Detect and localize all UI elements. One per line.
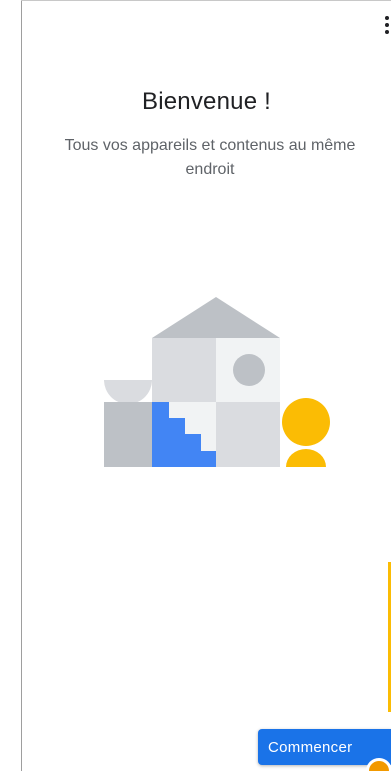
- circle-shape: [233, 354, 265, 386]
- welcome-title: Bienvenue !: [142, 88, 271, 115]
- figure-body: [286, 449, 326, 467]
- roof-shape: [152, 297, 280, 338]
- welcome-subtitle: Tous vos appareils et contenus au même e…: [64, 137, 356, 178]
- welcome-screen: Bienvenue ! Tous vos appareils et conten…: [0, 0, 391, 771]
- menu-dot: [385, 30, 389, 34]
- menu-dot: [385, 16, 389, 20]
- lower-right-block: [216, 402, 280, 467]
- lower-left-block: [104, 402, 152, 467]
- upper-left-block: [152, 338, 216, 402]
- menu-dot: [385, 23, 389, 27]
- house-blocks-illustration: [104, 297, 330, 467]
- more-vert-icon[interactable]: [383, 16, 391, 38]
- frame-divider-top: [21, 0, 391, 1]
- bowl-shape: [104, 380, 152, 404]
- figure-head: [282, 398, 330, 446]
